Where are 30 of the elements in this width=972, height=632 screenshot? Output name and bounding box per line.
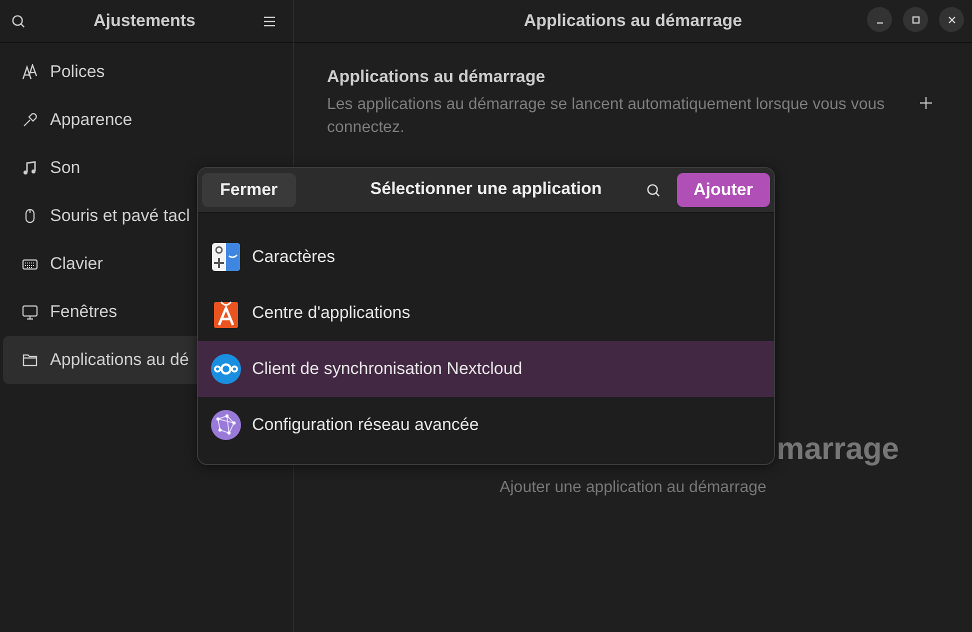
sidebar-title: Ajustements	[93, 11, 196, 31]
add-icon[interactable]	[920, 97, 932, 109]
app-list-item[interactable]: Configuration réseau avancée	[198, 397, 774, 453]
sidebar-item[interactable]: Polices	[3, 48, 293, 96]
sidebar-item[interactable]: Apparence	[3, 96, 293, 144]
dialog-title: Sélectionner une application	[370, 179, 602, 199]
monitor-icon	[22, 304, 38, 320]
fonts-icon	[22, 64, 38, 80]
network-globe-icon	[210, 409, 242, 441]
menu-icon[interactable]	[263, 16, 276, 26]
close-button[interactable]	[939, 7, 964, 32]
section-description: Les applications au démarrage se lancent automatiquement lorsque vous vous connectez.	[327, 95, 886, 138]
add-button[interactable]: Ajouter	[676, 173, 770, 207]
folder-icon	[22, 352, 38, 368]
music-note-icon	[22, 160, 38, 176]
app-list-item[interactable]: Caractères	[198, 229, 774, 285]
close-dialog-button[interactable]: Fermer	[202, 173, 296, 207]
section-title: Applications au démarrage	[327, 67, 546, 87]
close-icon	[946, 14, 956, 24]
maximize-icon	[910, 14, 920, 24]
empty-state-subtitle: Ajouter une application au démarrage	[500, 479, 766, 497]
search-icon[interactable]	[646, 182, 660, 198]
rings-logo-icon	[210, 353, 242, 385]
minimize-icon	[874, 22, 884, 24]
search-icon[interactable]	[11, 14, 26, 28]
maximize-button[interactable]	[903, 7, 928, 32]
characters-app-icon	[210, 241, 242, 273]
window-title: Applications au démarrage	[524, 11, 742, 31]
empty-state-title: marrage	[776, 431, 899, 467]
app-list-item[interactable]: Client de synchronisation Nextcloud	[198, 341, 774, 397]
